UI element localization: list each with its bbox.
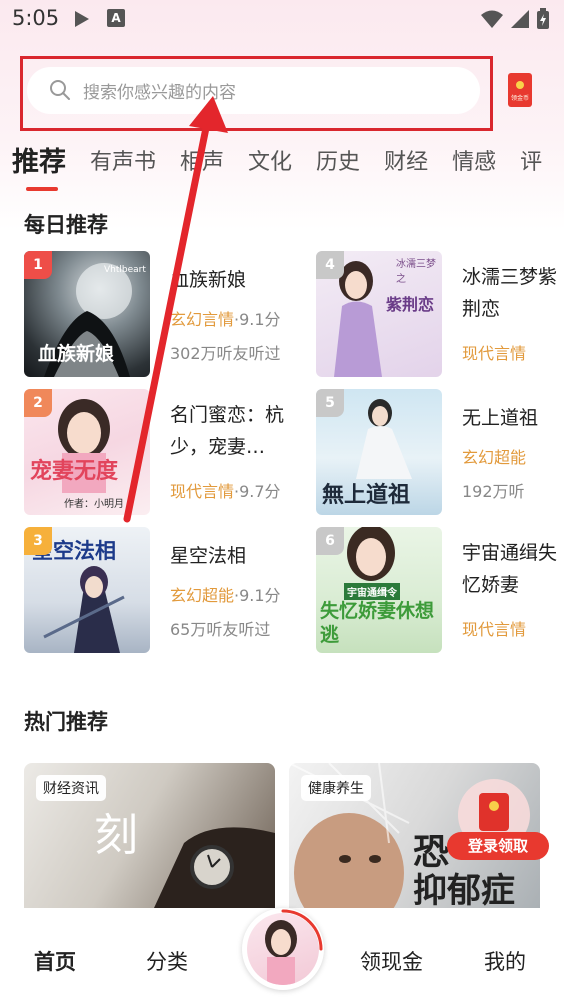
rank-badge: 2 [24,389,52,417]
cover-title: 無上道祖 [322,483,411,508]
coin-icon [516,81,524,89]
login-claim-button[interactable]: 登录领取 [447,832,549,860]
book-genre: 玄幻超能 [170,586,235,605]
nav-earn-cash[interactable]: 领现金 [360,946,423,976]
cover-subtitle: 冰濡三梦之 [396,259,436,285]
cover-title: 血族新娘 [38,343,115,365]
wifi-icon [481,10,503,28]
battery-icon [537,8,549,29]
nav-mine[interactable]: 我的 [484,946,526,976]
book-title: 名门蜜恋：杭少，宠妻… [170,404,285,458]
play-icon [74,10,90,32]
book-title: 无上道祖 [462,407,539,429]
book-meta: 现代言情 [462,340,526,364]
daily-section-title: 每日推荐 [24,213,108,237]
tab-recommend[interactable]: 推荐 [12,143,66,191]
status-time: 5:05 [12,6,60,30]
now-playing-button[interactable] [242,908,324,990]
book-genre: 玄幻超能 [462,448,527,467]
hot-card-tag: 财经资讯 [36,775,106,801]
tab-audiobook[interactable]: 有声书 [90,143,156,191]
tab-finance[interactable]: 财经 [384,143,428,191]
book-score: ·9.7分 [234,482,281,501]
signal-icon [511,10,529,28]
rank-badge: 5 [316,389,344,417]
book-meta: 玄幻超能·9.1分 [170,582,281,606]
category-tabs: 推荐 有声书 相声 文化 历史 财经 情感 评 [12,143,564,191]
rank-badge: 6 [316,527,344,555]
book-title: 血族新娘 [170,269,247,291]
book-item[interactable]: 無上道祖 5 无上道祖 玄幻超能 192万听 [316,389,564,517]
book-title: 宇宙通缉失忆娇妻 [462,542,558,596]
status-bar: 5:05 A [0,0,564,40]
cover-subtitle: 宇宙通缉令 [344,583,400,600]
book-meta: 现代言情 [462,616,526,640]
book-meta: 玄幻超能 [462,444,526,468]
cover-title: 宠妻无度 [30,459,119,484]
tab-crosstalk[interactable]: 相声 [180,143,224,191]
book-item[interactable]: 宇宙通缉令 失忆娇妻休想逃 6 宇宙通缉失忆娇妻 现代言情 [316,527,564,655]
hot-section-title: 热门推荐 [24,710,108,734]
coin-redpacket-button[interactable]: 领金币 [508,73,532,107]
search-highlight-box [20,56,493,131]
tab-history[interactable]: 历史 [316,143,360,191]
nav-category[interactable]: 分类 [146,946,188,976]
book-item[interactable]: 血族新娘 Vhtlbeart 1 血族新娘 玄幻言情·9.1分 302万听友听过 [24,251,284,379]
tab-comment[interactable]: 评 [520,143,542,191]
book-score: ·9.1分 [234,310,281,329]
redpacket-icon [479,793,509,831]
status-icons [480,8,550,30]
hot-card-overlay-text: 刻 [94,810,138,861]
bottom-nav: 首页 分类 领现金 我的 [0,908,564,1002]
book-listens: 65万听友听过 [170,620,271,639]
book-genre: 现代言情 [462,344,527,363]
hot-card-tag: 健康养生 [301,775,371,801]
book-meta: 玄幻言情·9.1分 [170,306,281,330]
rank-badge: 1 [24,251,52,279]
hot-card-finance[interactable]: 刻 财经资讯 [24,763,275,908]
app-notification-icon: A [107,9,125,27]
book-item[interactable]: 冰濡三梦之 紫荆恋 4 冰濡三梦紫荆恋 现代言情 [316,251,564,379]
book-title: 冰濡三梦紫荆恋 [462,266,558,320]
book-item[interactable]: 星空法相 3 星空法相 玄幻超能·9.1分 65万听友听过 [24,527,284,655]
cover-subtitle: Vhtlbeart [104,265,146,275]
tab-emotion[interactable]: 情感 [452,143,496,191]
book-item[interactable]: 宠妻无度 作者：小明月 2 名门蜜恋：杭少，宠妻… 现代言情·9.7分 [24,389,284,517]
rank-badge: 4 [316,251,344,279]
play-progress-ring [281,909,323,951]
book-genre: 现代言情 [170,482,235,501]
book-genre: 现代言情 [462,620,527,639]
book-listens: 192万听 [462,482,525,501]
book-meta: 现代言情·9.7分 [170,478,281,502]
book-title: 星空法相 [170,545,247,567]
hot-card-overlay-text-2: 抑郁症 [413,871,515,908]
book-listens: 302万听友听过 [170,344,281,363]
book-score: ·9.1分 [234,586,281,605]
tab-culture[interactable]: 文化 [248,143,292,191]
cover-title: 失忆娇妻休想逃 [320,600,435,646]
book-genre: 玄幻言情 [170,310,235,329]
nav-home[interactable]: 首页 [34,946,76,976]
cover-title: 紫荆恋 [386,295,435,314]
active-tab-indicator [26,187,58,191]
redpacket-label: 领金币 [510,95,529,102]
cover-subtitle: 作者：小明月 [64,499,124,510]
rank-badge: 3 [24,527,52,555]
